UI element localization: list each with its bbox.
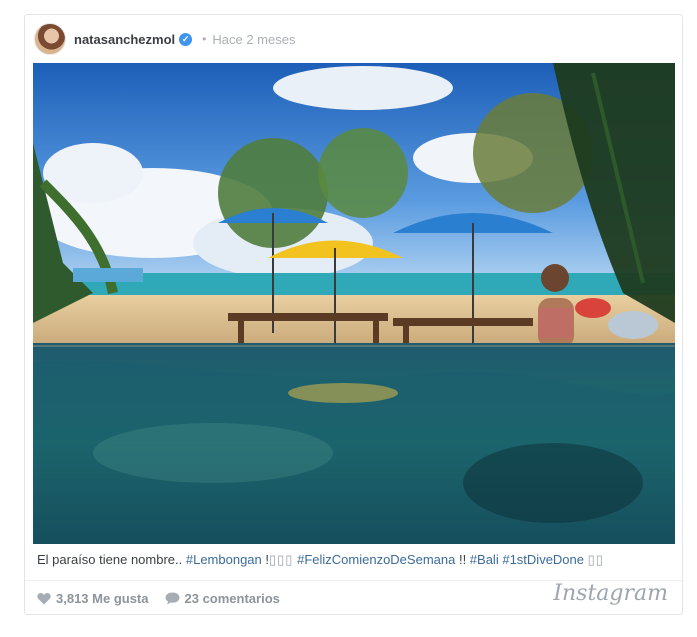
likes-count[interactable]: 3,813 Me gusta (37, 591, 149, 606)
post-photo[interactable] (33, 63, 675, 544)
hashtag-lembongan[interactable]: #Lembongan (186, 552, 262, 567)
avatar[interactable] (34, 23, 66, 55)
username-link[interactable]: natasanchezmol (74, 32, 175, 47)
post-timestamp[interactable]: Hace 2 meses (212, 32, 295, 47)
separator-dot: • (202, 32, 207, 46)
instagram-logo[interactable]: Instagram (553, 581, 668, 606)
hashtag-felizcomienzodesemana[interactable]: #FelizComienzoDeSemana (297, 552, 455, 567)
caption-text: !! (455, 552, 470, 567)
comments-label: 23 comentarios (184, 590, 280, 606)
post-header: natasanchezmol ✓ • Hace 2 meses (34, 23, 295, 55)
instagram-embed-card: natasanchezmol ✓ • Hace 2 meses El paraí… (24, 14, 683, 615)
caption-text: El paraíso tiene nombre.. (37, 552, 186, 567)
speech-bubble-icon (165, 592, 179, 604)
emoji-placeholder: ▯▯ (587, 552, 604, 567)
comments-count[interactable]: 23 comentarios (165, 591, 280, 606)
heart-icon (37, 592, 51, 604)
hashtag-bali[interactable]: #Bali (470, 552, 499, 567)
post-footer: 3,813 Me gusta 23 comentarios (37, 588, 296, 608)
post-caption: El paraíso tiene nombre.. #Lembongan !▯▯… (37, 552, 677, 568)
verified-badge-icon: ✓ (179, 32, 193, 46)
likes-label: 3,813 Me gusta (56, 590, 149, 606)
hashtag-1stdivedone[interactable]: #1stDiveDone (502, 552, 584, 567)
caption-text: ! (261, 552, 269, 567)
emoji-placeholder: ▯▯▯ (269, 552, 294, 567)
